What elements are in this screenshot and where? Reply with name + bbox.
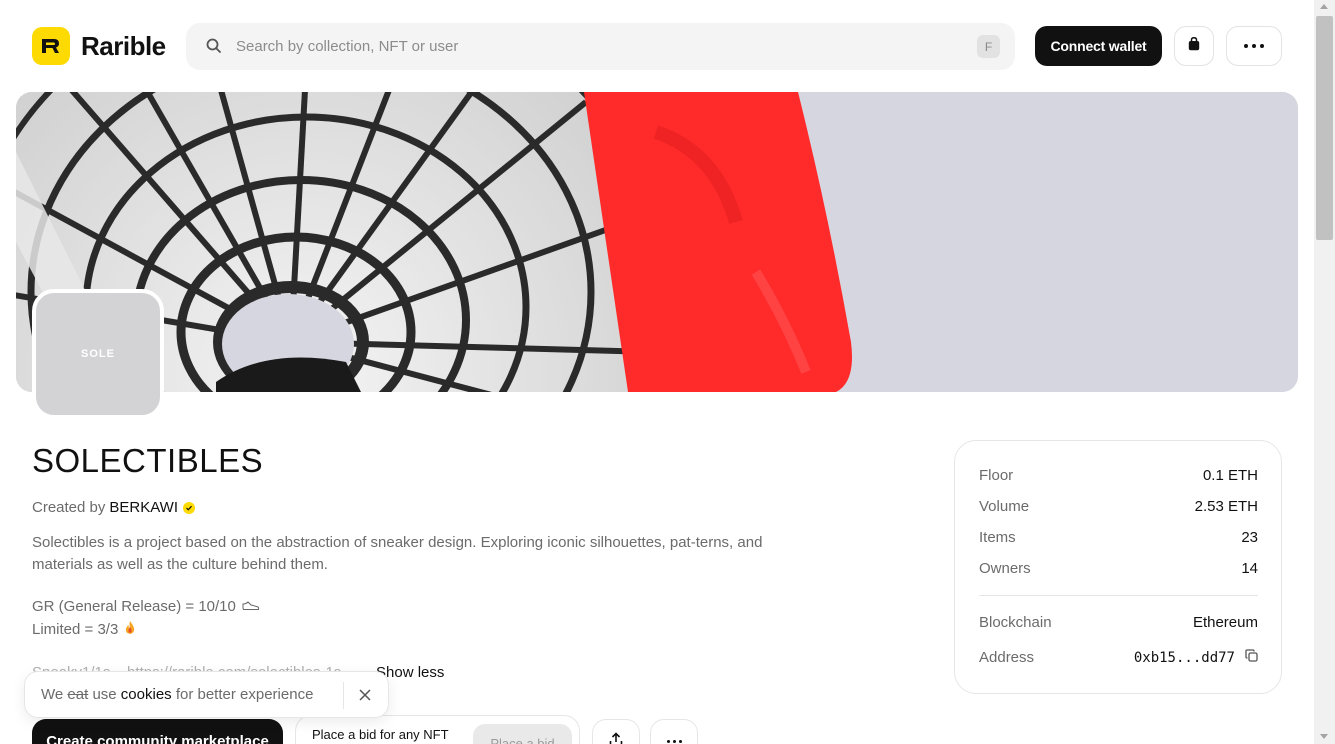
scrollbar-thumb[interactable]: [1316, 16, 1333, 240]
general-release-line: GR (General Release) = 10/10: [32, 598, 260, 615]
bag-icon: [1188, 36, 1200, 56]
search-bar[interactable]: F: [186, 23, 1015, 70]
stat-row-owners: Owners 14: [979, 560, 1258, 577]
stat-value: 2.53 ETH: [1194, 498, 1258, 515]
stat-row-address: Address 0xb15...dd77: [979, 649, 1258, 666]
cookie-suffix: for better experience: [175, 686, 314, 703]
cookie-middle: use: [92, 686, 117, 703]
scroll-up-arrow-icon[interactable]: [1320, 4, 1328, 9]
create-community-marketplace-button[interactable]: Create community marketplace: [32, 719, 283, 744]
address-label: Address: [979, 649, 1035, 666]
stat-row-volume: Volume 2.53 ETH: [979, 498, 1258, 515]
collection-title: SOLECTIBLES: [32, 442, 264, 479]
share-icon: [609, 732, 623, 744]
close-icon[interactable]: [355, 685, 375, 705]
scroll-down-arrow-icon[interactable]: [1320, 734, 1328, 739]
general-release-text: GR (General Release) = 10/10: [32, 598, 236, 615]
collection-stats-card: Floor 0.1 ETH Volume 2.53 ETH Items 23 O…: [954, 440, 1282, 694]
cookie-banner: We eat use cookies for better experience: [24, 671, 389, 718]
limited-line: Limited = 3/3: [32, 620, 136, 639]
place-bid-button[interactable]: Place a bid: [473, 724, 572, 744]
sneaker-icon: [242, 598, 260, 615]
fire-icon: [124, 620, 136, 639]
search-input[interactable]: [236, 23, 936, 70]
page-scrollbar[interactable]: [1314, 0, 1335, 744]
stat-row-blockchain: Blockchain Ethereum: [979, 614, 1258, 631]
rarible-logo[interactable]: Rarible: [32, 27, 166, 65]
contract-address[interactable]: 0xb15...dd77: [1134, 650, 1235, 666]
rarible-logo-icon: [32, 27, 70, 65]
stat-label: Floor: [979, 467, 1014, 484]
brand-name: Rarible: [81, 30, 166, 61]
avatar-label: SOLE: [81, 348, 115, 360]
search-shortcut-key: F: [977, 35, 1000, 58]
bid-any-nft-panel: Place a bid for any NFT Place a bid: [295, 715, 580, 744]
created-by-label: Created by: [32, 499, 106, 516]
address-value-group: 0xb15...dd77: [1134, 649, 1258, 666]
stat-label: Items: [979, 529, 1016, 546]
more-icon: [1244, 44, 1264, 48]
stat-value: 0.1 ETH: [1202, 467, 1258, 484]
stat-row-items: Items 23: [979, 529, 1258, 546]
top-navigation: Rarible F Connect wallet: [0, 0, 1314, 92]
collection-more-button[interactable]: [650, 719, 698, 744]
copy-icon[interactable]: [1245, 649, 1258, 666]
more-icon: [666, 740, 682, 744]
limited-text: Limited = 3/3: [32, 621, 119, 638]
cookie-message: We eat use cookies for better experience: [41, 686, 313, 703]
cookies-link[interactable]: cookies: [121, 686, 172, 703]
cookie-divider: [343, 682, 344, 709]
collection-banner: [16, 92, 1298, 392]
creator-link[interactable]: BERKAWI: [109, 499, 178, 516]
stat-value: 14: [1241, 560, 1258, 577]
blockchain-label: Blockchain: [979, 614, 1052, 631]
connect-wallet-button[interactable]: Connect wallet: [1035, 26, 1162, 66]
collection-avatar: SOLE: [32, 289, 164, 419]
cookie-struck-word: eat: [67, 686, 89, 703]
creator-line: Created by BERKAWI: [32, 499, 195, 516]
blockchain-value: Ethereum: [1192, 614, 1258, 631]
stat-row-floor: Floor 0.1 ETH: [979, 467, 1258, 484]
collection-description: Solectibles is a project based on the ab…: [32, 534, 763, 573]
stat-value: 23: [1241, 529, 1258, 546]
cart-button[interactable]: [1174, 26, 1214, 66]
bid-any-nft-label: Place a bid for any NFT: [312, 727, 449, 742]
verified-icon: [183, 501, 195, 514]
banner-artwork: [16, 92, 1298, 392]
stat-label: Owners: [979, 560, 1031, 577]
share-button[interactable]: [592, 719, 640, 744]
more-menu-button[interactable]: [1226, 26, 1282, 66]
stats-divider: [979, 595, 1258, 596]
cookie-prefix: We: [41, 686, 64, 703]
search-icon: [206, 38, 222, 59]
stat-label: Volume: [979, 498, 1030, 515]
